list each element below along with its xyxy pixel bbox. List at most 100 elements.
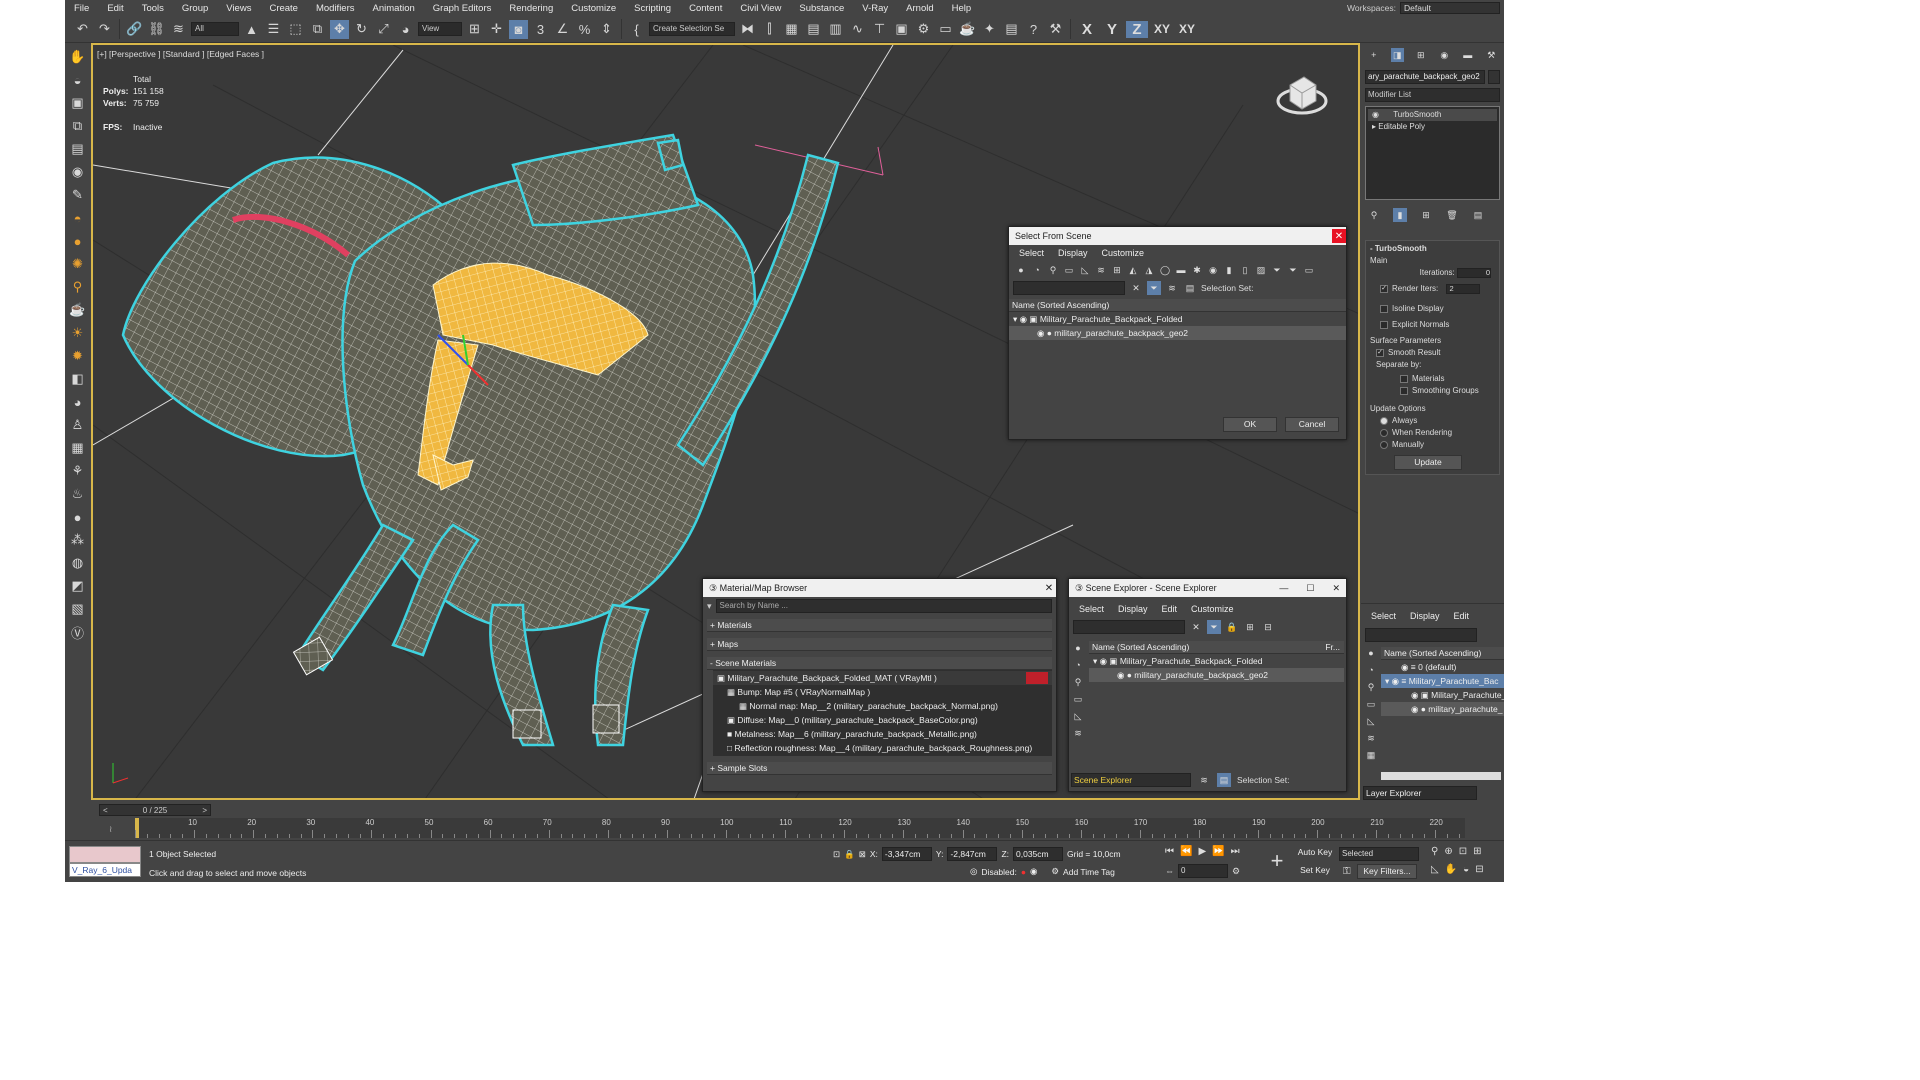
- remove-modifier-icon[interactable]: 🗑: [1445, 208, 1459, 222]
- ribbon-icon[interactable]: ▥: [826, 20, 845, 39]
- select-manipulate-icon[interactable]: ✛: [487, 20, 506, 39]
- manually-radio[interactable]: [1380, 440, 1388, 449]
- render-iters-spinner[interactable]: 2: [1446, 283, 1481, 294]
- orbit-icon[interactable]: ◒: [1463, 864, 1469, 875]
- light-filter-icon[interactable]: ⚲: [1364, 680, 1378, 694]
- update-button[interactable]: Update: [1394, 455, 1462, 470]
- materials-checkbox[interactable]: [1400, 374, 1408, 383]
- menu-tools[interactable]: Tools: [133, 3, 173, 14]
- layer-explorer-dropdown[interactable]: Layer Explorer: [1363, 786, 1477, 800]
- menu-edit[interactable]: Edit: [98, 3, 132, 14]
- show-end-result-icon[interactable]: ▮: [1393, 208, 1407, 222]
- selected-set-dropdown[interactable]: Selected: [1339, 847, 1419, 861]
- key-filters-button[interactable]: Key Filters...: [1357, 864, 1417, 879]
- degradation-icon[interactable]: ◎: [970, 866, 977, 877]
- material-item[interactable]: ▣ Diffuse: Map__0 (military_parachute_ba…: [713, 713, 1052, 727]
- material-item[interactable]: □ Reflection roughness: Map__4 (military…: [713, 741, 1052, 755]
- sfs-search-input[interactable]: [1013, 281, 1125, 295]
- geometry-filter-icon[interactable]: ●: [1071, 641, 1085, 655]
- folder-icon[interactable]: ▭: [1302, 263, 1316, 277]
- pin-stack-icon[interactable]: ⚲: [1367, 208, 1381, 222]
- le-menu-display[interactable]: Display: [1410, 611, 1440, 621]
- select-object-icon[interactable]: ▲: [242, 20, 261, 39]
- field-of-view-icon[interactable]: ◺: [1431, 864, 1439, 875]
- frozen-filter-icon[interactable]: ▬: [1174, 263, 1188, 277]
- turbosmooth-rollout-title[interactable]: - TurboSmooth: [1370, 243, 1495, 255]
- rendered-frame-icon[interactable]: ▭: [936, 20, 955, 39]
- undo-icon[interactable]: ↶: [73, 20, 92, 39]
- funnel-icon[interactable]: ⏷: [1270, 263, 1284, 277]
- menu-civil-view[interactable]: Civil View: [731, 3, 790, 14]
- light-filter-icon[interactable]: ⚲: [1046, 263, 1060, 277]
- next-frame-icon[interactable]: ⏩: [1212, 846, 1224, 857]
- cancel-button[interactable]: Cancel: [1285, 417, 1339, 432]
- time-tag-icon[interactable]: ⚙: [1051, 866, 1059, 877]
- le-row[interactable]: ◉ ≡ 0 (default): [1381, 660, 1504, 674]
- sfs-row[interactable]: ▾ ◉ ▣ Military_Parachute_Backpack_Folded: [1009, 312, 1346, 326]
- chevron-down-icon[interactable]: ▾: [707, 601, 712, 612]
- selection-set-icon[interactable]: ▤: [1217, 773, 1231, 787]
- mini-curve-icon[interactable]: ≀: [109, 824, 112, 835]
- move-icon[interactable]: ✥: [330, 19, 349, 39]
- menu-animation[interactable]: Animation: [364, 3, 424, 14]
- scene-materials-section[interactable]: - Scene Materials: [707, 657, 1052, 670]
- geometry-filter-icon[interactable]: ●: [1014, 263, 1028, 277]
- menu-customize[interactable]: Customize: [562, 3, 625, 14]
- menu-group[interactable]: Group: [173, 3, 217, 14]
- object-color-swatch[interactable]: [1488, 70, 1500, 84]
- menu-scripting[interactable]: Scripting: [625, 3, 680, 14]
- visible-filter-icon[interactable]: ◉: [1206, 263, 1220, 277]
- vray-logo-icon[interactable]: Ⓥ: [68, 622, 88, 642]
- snap-3d-icon[interactable]: 3: [531, 20, 550, 39]
- material-item[interactable]: ▦ Normal map: Map__2 (military_parachute…: [713, 699, 1052, 713]
- menu-file[interactable]: File: [65, 3, 98, 14]
- close-icon[interactable]: ✕: [1332, 583, 1340, 594]
- scene-explorer-titlebar[interactable]: ③ Scene Explorer - Scene Explorer — ☐ ✕: [1069, 579, 1346, 597]
- help-icon[interactable]: ?: [1024, 20, 1043, 39]
- se-menu-customize[interactable]: Customize: [1191, 604, 1234, 614]
- iterations-spinner[interactable]: 0: [1457, 267, 1491, 278]
- modify-tab-icon[interactable]: ◨: [1390, 48, 1404, 62]
- zoom-all-icon[interactable]: ⊕: [1444, 846, 1452, 857]
- gray-sphere-icon[interactable]: ●: [68, 507, 88, 527]
- le-column-header[interactable]: Name (Sorted Ascending): [1381, 647, 1504, 660]
- spinner-snap-icon[interactable]: ⇕: [597, 20, 616, 39]
- toggle-scene-explorer-icon[interactable]: ▦: [782, 20, 801, 39]
- se-menu-edit[interactable]: Edit: [1162, 604, 1178, 614]
- se-menu-select[interactable]: Select: [1079, 604, 1104, 614]
- spacewarp-filter-icon[interactable]: ≋: [1094, 263, 1108, 277]
- helper-filter-icon[interactable]: ◺: [1078, 263, 1092, 277]
- modifier-stack-item[interactable]: ◉ TurboSmooth: [1368, 109, 1497, 121]
- selection-lock-icon[interactable]: 🔒: [844, 849, 855, 860]
- se-row[interactable]: ▾ ◉ ▣ Military_Parachute_Backpack_Folded: [1089, 654, 1344, 668]
- expand-icon[interactable]: ⊟: [1261, 620, 1275, 634]
- unlink-icon[interactable]: ⛓: [147, 20, 166, 39]
- sfs-menu-customize[interactable]: Customize: [1102, 248, 1145, 258]
- box-icon[interactable]: ▣: [68, 93, 88, 113]
- le-scrollbar[interactable]: [1381, 772, 1501, 780]
- schematic-view-icon[interactable]: ⊤: [870, 20, 889, 39]
- view-cube[interactable]: [1274, 67, 1330, 123]
- viewport-label[interactable]: [+] [Perspective ] [Standard ] [Edged Fa…: [97, 49, 264, 59]
- vray-frame-buffer-icon[interactable]: ▤: [1002, 20, 1021, 39]
- material-item[interactable]: ▣ Military_Parachute_Backpack_Folded_MAT…: [713, 671, 1052, 685]
- hand-icon[interactable]: ✋: [68, 47, 88, 67]
- record-icon[interactable]: ●: [1021, 867, 1026, 877]
- sfs-menu-display[interactable]: Display: [1058, 248, 1088, 258]
- redo-icon[interactable]: ↷: [95, 20, 114, 39]
- grass-icon[interactable]: ⚘: [68, 461, 88, 481]
- rect-selection-icon[interactable]: ⬚: [286, 20, 305, 39]
- material-item[interactable]: ▦ Bump: Map #5 ( VRayNormalMap ): [713, 685, 1052, 699]
- filter-icon[interactable]: ⏷: [1286, 263, 1300, 277]
- create-tab-icon[interactable]: +: [1367, 48, 1381, 62]
- window-crossing-icon[interactable]: ⧉: [308, 20, 327, 39]
- current-frame-field[interactable]: 0: [1178, 864, 1228, 878]
- geometry-filter-icon[interactable]: ●: [1364, 646, 1378, 660]
- le-row[interactable]: ◉ ▣ Military_Parachute_: [1381, 688, 1504, 702]
- utilities-tab-icon[interactable]: ⚒: [1485, 48, 1499, 62]
- bind-spacewarp-icon[interactable]: ≋: [169, 20, 188, 39]
- close-icon[interactable]: ✕: [1042, 581, 1056, 595]
- isoline-checkbox[interactable]: [1380, 304, 1388, 313]
- reference-coord-dropdown[interactable]: View: [418, 22, 462, 36]
- set-key-plus-icon[interactable]: +: [1265, 849, 1289, 875]
